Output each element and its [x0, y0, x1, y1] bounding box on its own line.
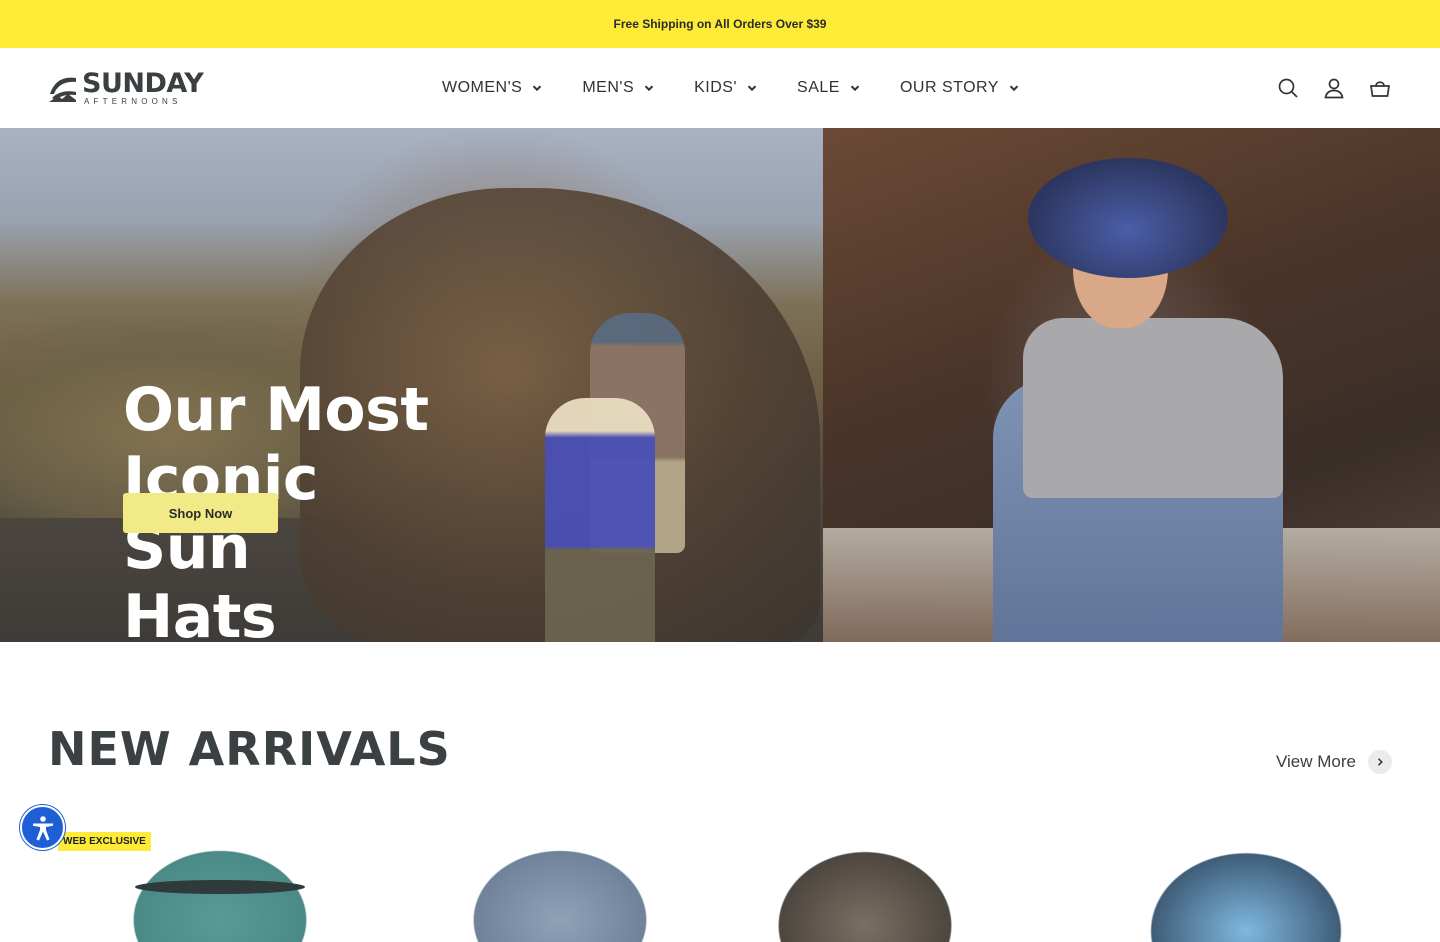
- accessibility-button[interactable]: [20, 805, 65, 850]
- nav-item-our-story[interactable]: OUR STORY: [900, 79, 1019, 97]
- product-card[interactable]: [110, 832, 330, 942]
- accessibility-icon: [32, 815, 53, 840]
- logo-mountain-icon: [49, 77, 76, 102]
- section-title: NEW ARRIVALS: [48, 722, 451, 776]
- brand-tagline: AFTERNOONS: [84, 97, 182, 106]
- search-icon[interactable]: [1276, 76, 1300, 100]
- nav-item-label: SALE: [797, 79, 840, 96]
- nav-item-kids[interactable]: KIDS': [694, 79, 757, 97]
- chevron-down-icon: [747, 85, 757, 92]
- nav-item-label: WOMEN'S: [442, 79, 523, 96]
- view-more-label: View More: [1276, 752, 1356, 771]
- chevron-down-icon: [1009, 85, 1019, 92]
- nav-item-mens[interactable]: MEN'S: [582, 79, 654, 97]
- nav-item-sale[interactable]: SALE: [797, 79, 860, 97]
- announcement-bar: Free Shipping on All Orders Over $39: [0, 0, 1440, 48]
- view-more-link[interactable]: View More: [1276, 750, 1392, 774]
- header-actions: [1276, 48, 1392, 128]
- chevron-down-icon: [533, 85, 542, 92]
- hero-title-line: Our Most: [123, 375, 429, 445]
- chevron-down-icon: [644, 85, 654, 92]
- brand-name: SUNDAY: [82, 68, 204, 99]
- announcement-text: Free Shipping on All Orders Over $39: [613, 17, 827, 31]
- brand-logo[interactable]: SUNDAY AFTERNOONS: [48, 68, 240, 108]
- site-header: SUNDAY AFTERNOONS WOMEN'S MEN'S KIDS' SA…: [0, 48, 1440, 128]
- nav-item-label: KIDS': [694, 79, 738, 96]
- hero-banner: Our Most Iconic Sun Hats Shop Now: [0, 128, 1440, 642]
- product-card[interactable]: [1125, 832, 1345, 942]
- new-arrivals-header: NEW ARRIVALS View More: [0, 642, 1440, 822]
- chevron-right-icon: [1368, 750, 1392, 774]
- product-card[interactable]: [755, 832, 975, 942]
- product-card[interactable]: [450, 832, 670, 942]
- main-nav: WOMEN'S MEN'S KIDS' SALE OUR STORY: [442, 48, 1059, 128]
- account-icon[interactable]: [1322, 76, 1346, 100]
- shop-now-button[interactable]: Shop Now: [123, 493, 278, 533]
- nav-item-label: MEN'S: [582, 79, 635, 96]
- chevron-down-icon: [850, 85, 860, 92]
- nav-item-label: OUR STORY: [899, 79, 999, 96]
- cart-icon[interactable]: [1368, 76, 1392, 100]
- product-carousel: WEB EXCLUSIVE: [0, 820, 1440, 942]
- hero-image-right: [823, 128, 1440, 642]
- hero-title-line: Hats: [123, 582, 277, 643]
- nav-item-womens[interactable]: WOMEN'S: [442, 79, 542, 97]
